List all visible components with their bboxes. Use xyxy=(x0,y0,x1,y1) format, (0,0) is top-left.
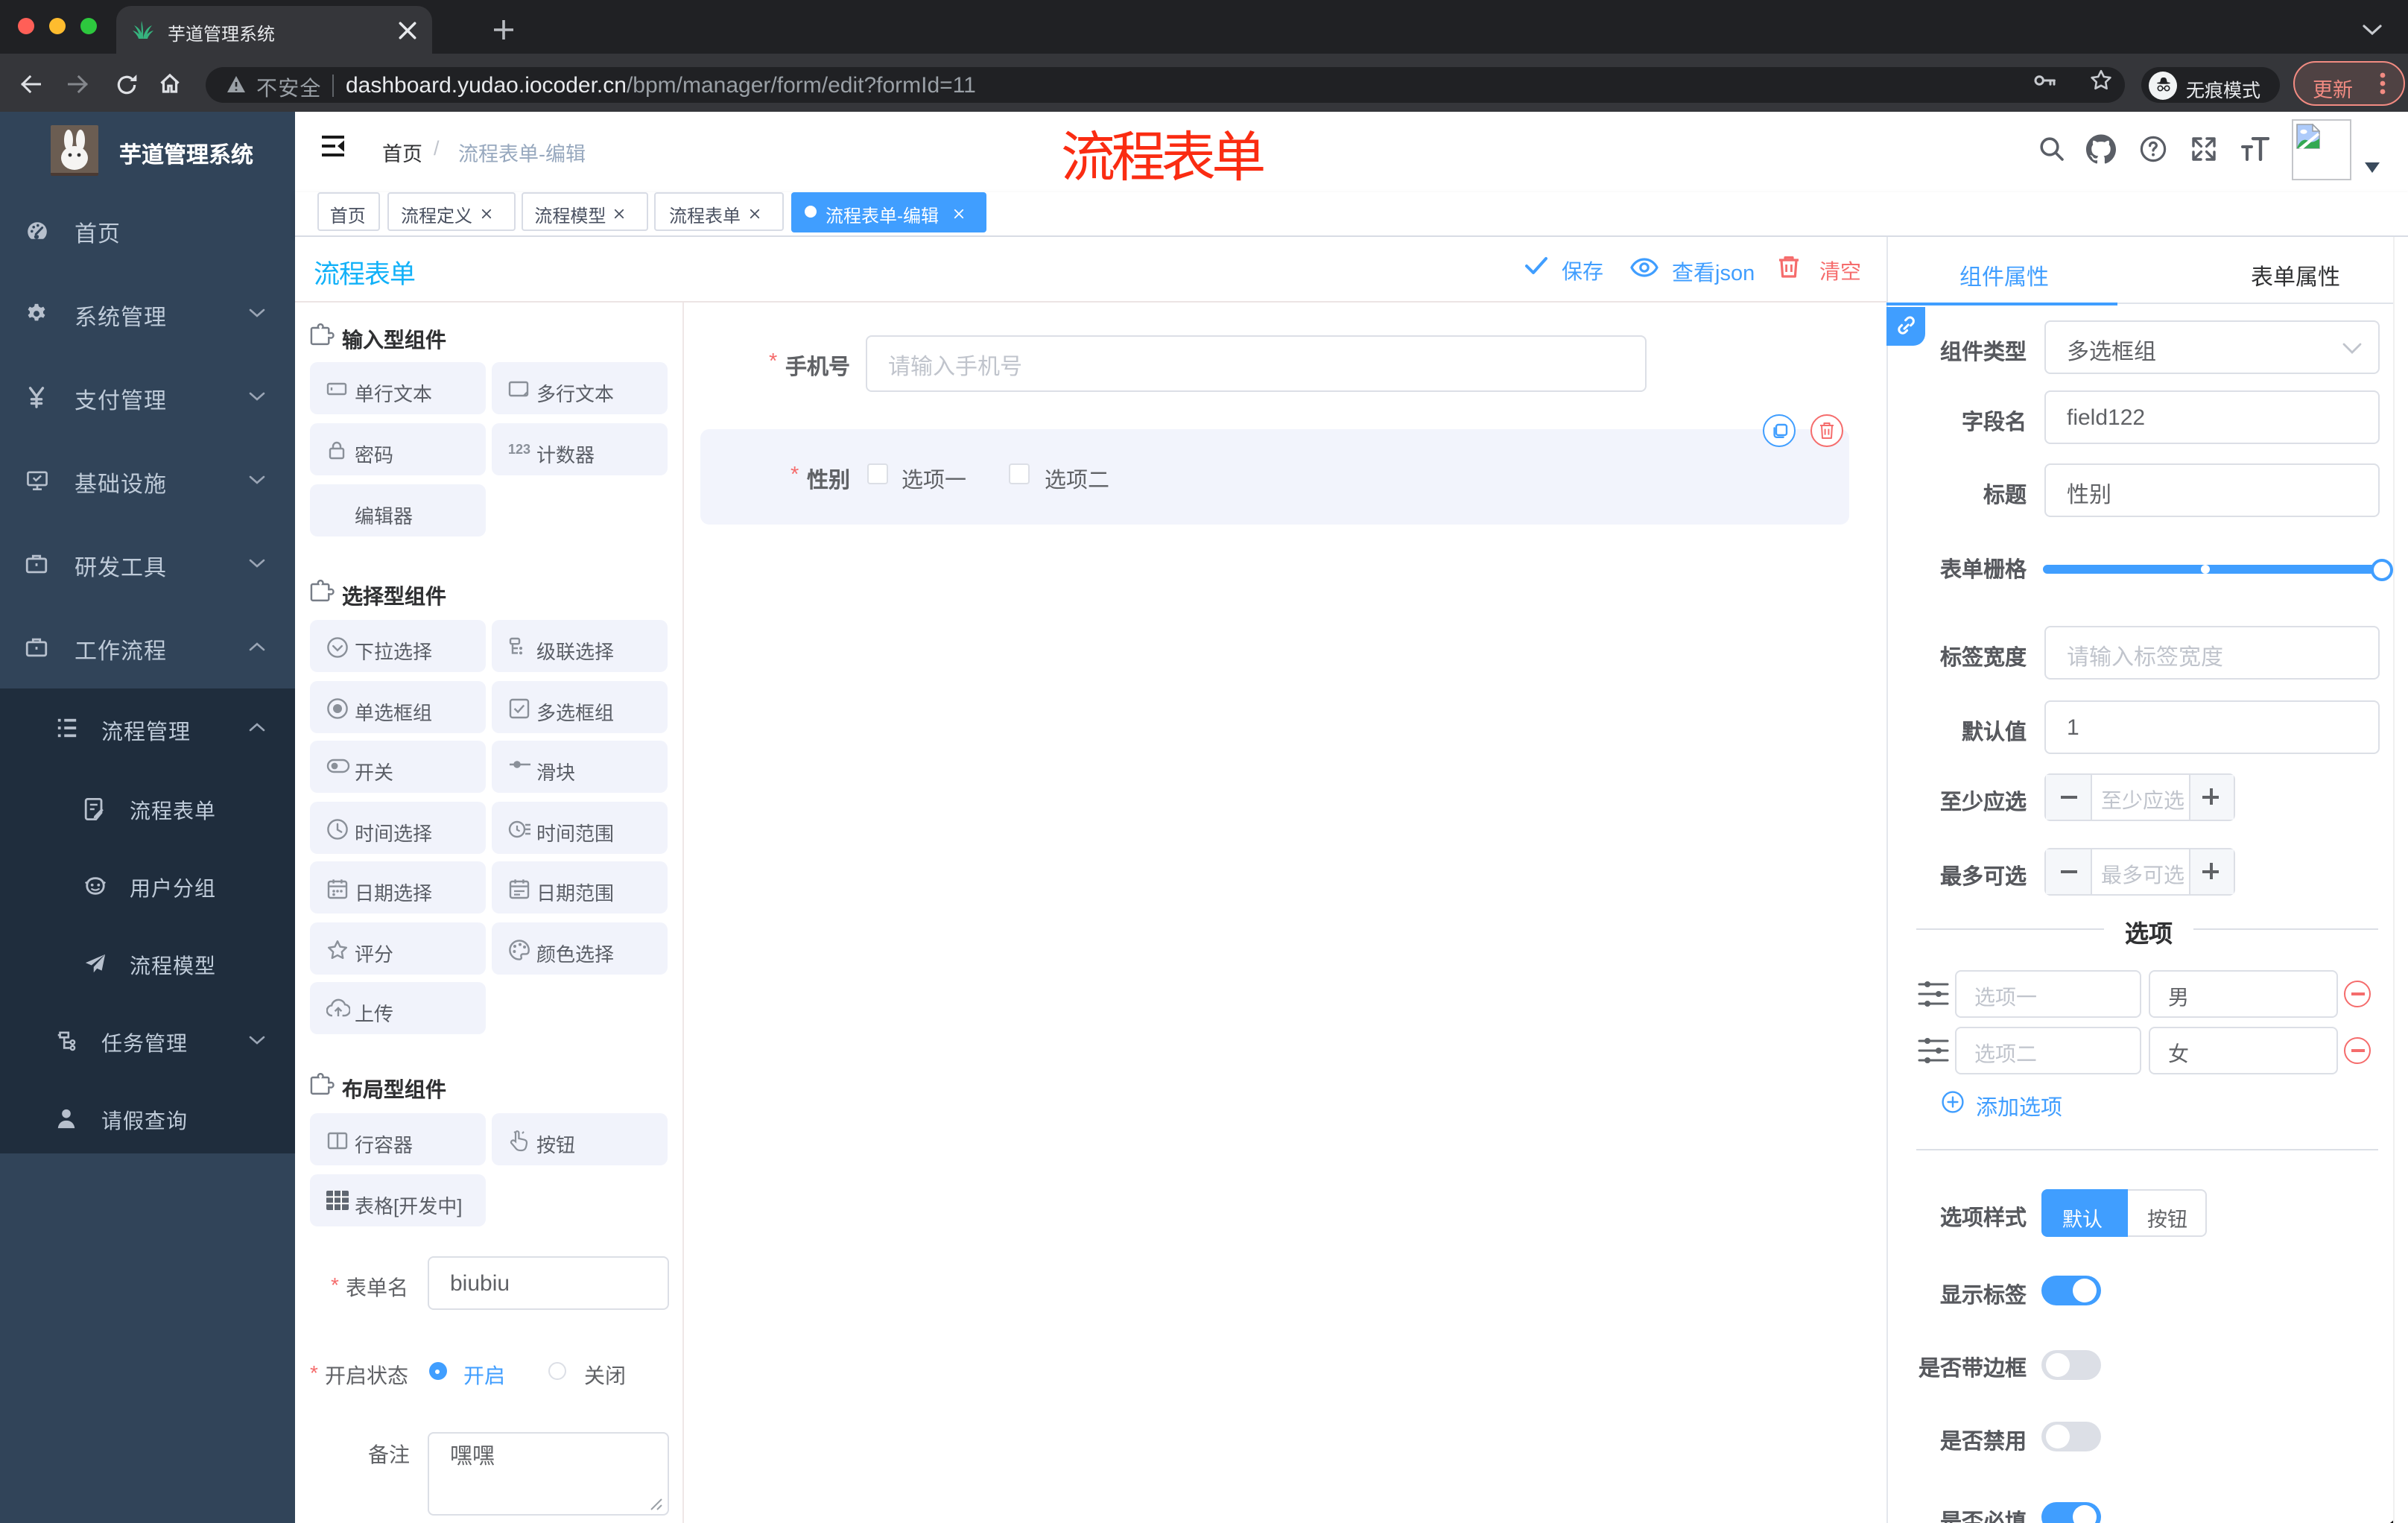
svg-text:123: 123 xyxy=(508,442,530,457)
